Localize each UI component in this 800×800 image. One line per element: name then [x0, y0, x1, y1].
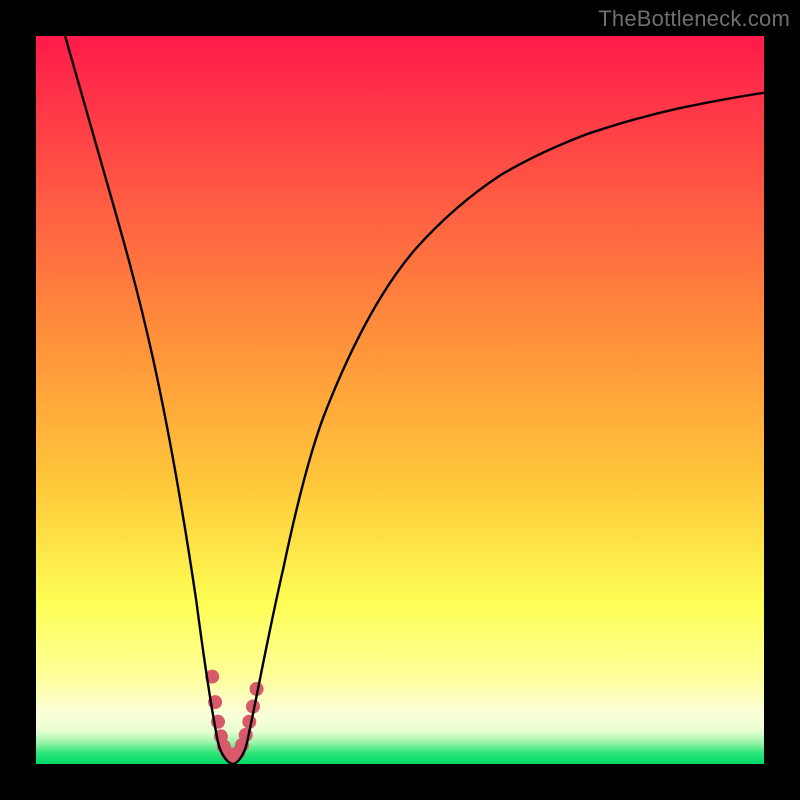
- bottleneck-curve: [65, 36, 764, 764]
- chart-frame: TheBottleneck.com: [0, 0, 800, 800]
- chart-svg: [36, 36, 764, 764]
- plot-area: [36, 36, 764, 764]
- watermark-text: TheBottleneck.com: [598, 6, 790, 32]
